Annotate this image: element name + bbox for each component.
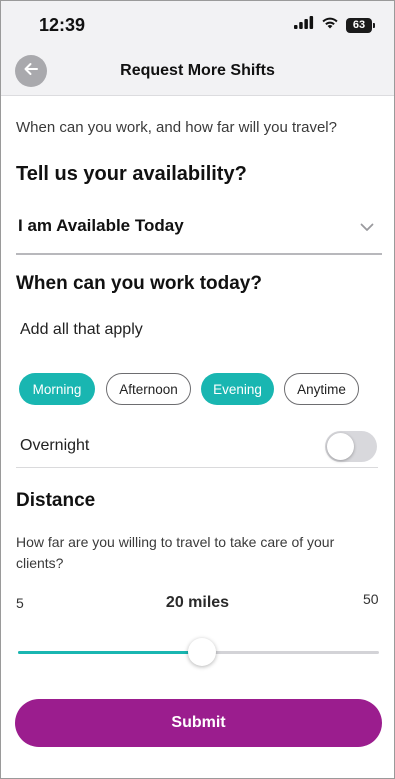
status-icons: 63 [294, 16, 375, 34]
distance-current-value: 20 miles [165, 594, 230, 611]
wifi-icon [321, 16, 339, 34]
availability-heading: Tell us your availability? [16, 163, 247, 185]
availability-select[interactable]: I am Available Today [16, 207, 382, 255]
overnight-toggle[interactable] [325, 431, 377, 462]
chevron-down-icon [360, 219, 374, 237]
work-times-subheading: Add all that apply [20, 321, 143, 338]
status-time: 12:39 [39, 15, 86, 35]
overnight-row: Overnight [16, 427, 378, 468]
distance-slider[interactable] [18, 637, 379, 667]
work-times-heading: When can you work today? [16, 273, 262, 294]
status-bar: 12:39 63 [1, 1, 394, 49]
distance-description: How far are you willing to travel to tak… [16, 534, 335, 571]
chip-anytime[interactable]: Anytime [284, 373, 359, 405]
distance-heading: Distance [16, 490, 96, 511]
page-title: Request More Shifts [120, 62, 275, 79]
intro-text: When can you work, and how far will you … [16, 119, 337, 136]
cellular-signal-icon [294, 16, 314, 34]
chip-evening[interactable]: Evening [201, 373, 274, 405]
slider-thumb[interactable] [188, 638, 216, 666]
chip-afternoon[interactable]: Afternoon [106, 373, 191, 405]
distance-max-label: 50 [363, 591, 379, 607]
battery-icon: 63 [346, 17, 375, 33]
availability-selected-value: I am Available Today [18, 216, 184, 235]
nav-header: Request More Shifts [1, 49, 394, 96]
slider-fill [18, 651, 202, 654]
submit-button[interactable]: Submit [15, 699, 382, 747]
overnight-label: Overnight [20, 437, 90, 454]
phone-screen: 12:39 63 Request More Shifts When can yo… [0, 0, 395, 779]
chip-morning[interactable]: Morning [19, 373, 95, 405]
toggle-knob [327, 433, 354, 460]
